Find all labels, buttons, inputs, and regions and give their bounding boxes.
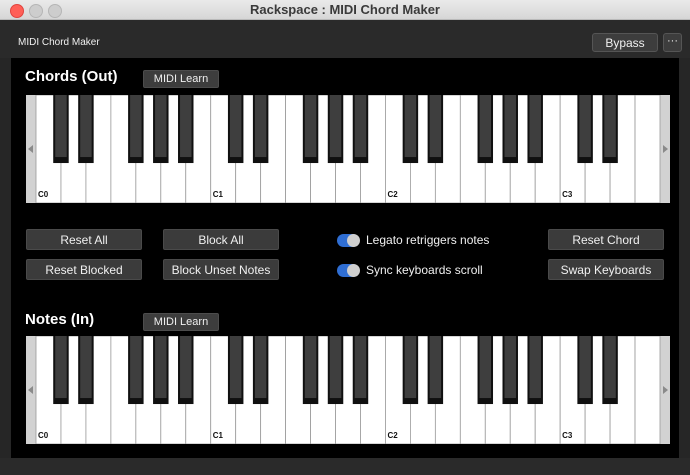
notes-black-key-highlight	[329, 336, 342, 399]
notes-black-key-highlight	[479, 336, 492, 399]
chords-keys[interactable]: C0 C1 C2 C3	[26, 95, 670, 203]
notes-black-key-highlight	[55, 336, 67, 399]
chords-black-key-highlight	[604, 95, 616, 158]
sync-scroll-toggle[interactable]	[337, 264, 360, 277]
notes-octave-label: C2	[387, 431, 398, 440]
chords-section-title: Chords (Out)	[25, 68, 118, 85]
chords-black-key-highlight	[229, 95, 242, 158]
bypass-button[interactable]: Bypass	[592, 33, 658, 52]
chords-white-key[interactable]	[634, 95, 661, 203]
sync-scroll-toggle-row[interactable]: Sync keyboards scroll	[337, 263, 537, 279]
title-bar: Rackspace : MIDI Chord Maker	[0, 0, 690, 20]
notes-octave-label: C3	[562, 431, 573, 440]
notes-black-key-highlight	[579, 336, 591, 399]
chords-black-key-highlight	[180, 95, 192, 158]
notes-octave-label: C1	[213, 431, 224, 440]
chords-black-key-highlight	[529, 95, 541, 158]
notes-keyboard[interactable]: C0 C1 C2 C3	[26, 336, 670, 444]
reset-blocked-button[interactable]: Reset Blocked	[26, 259, 142, 280]
plugin-content: Chords (Out) MIDI Learn C0 C1 C2 C3 Reset A…	[11, 58, 679, 458]
toggle-knob	[347, 264, 360, 277]
chords-octave-label: C1	[213, 190, 224, 199]
block-all-button[interactable]: Block All	[163, 229, 279, 250]
swap-keyboards-button[interactable]: Swap Keyboards	[548, 259, 664, 280]
chords-black-key-highlight	[155, 95, 167, 158]
chords-black-key-highlight	[504, 95, 516, 158]
chords-black-key-highlight	[130, 95, 142, 158]
sync-scroll-label: Sync keyboards scroll	[366, 263, 483, 277]
window-title: Rackspace : MIDI Chord Maker	[249, 2, 440, 17]
chords-octave-label: C3	[562, 190, 573, 199]
chords-octave-label: C2	[387, 190, 398, 199]
notes-black-key-highlight	[604, 336, 616, 399]
notes-black-key-highlight	[529, 336, 541, 399]
more-options-button[interactable]: ···	[663, 33, 682, 52]
chords-black-key-highlight	[55, 95, 67, 158]
notes-black-key-highlight	[130, 336, 142, 399]
notes-black-key-highlight	[354, 336, 367, 399]
notes-black-key-highlight	[155, 336, 167, 399]
toggle-knob	[347, 234, 360, 247]
reset-all-button[interactable]: Reset All	[26, 229, 142, 250]
chords-black-key-highlight	[354, 95, 367, 158]
legato-retrigger-toggle[interactable]	[337, 234, 360, 247]
chords-black-key-highlight	[304, 95, 317, 158]
legato-retrigger-toggle-row[interactable]: Legato retriggers notes	[337, 233, 537, 249]
notes-section-title: Notes (In)	[25, 311, 95, 328]
notes-octave-label: C0	[38, 431, 49, 440]
chords-black-key-highlight	[254, 95, 267, 158]
notes-black-key-highlight	[180, 336, 192, 399]
notes-black-key-highlight	[504, 336, 516, 399]
notes-black-key-highlight	[304, 336, 317, 399]
notes-black-key-highlight	[254, 336, 267, 399]
notes-midi-learn-button[interactable]: MIDI Learn	[143, 313, 219, 331]
chords-black-key-highlight	[579, 95, 591, 158]
chords-black-key-highlight	[479, 95, 492, 158]
chords-black-key-highlight	[429, 95, 442, 158]
chords-black-key-highlight	[404, 95, 417, 158]
block-unset-notes-button[interactable]: Block Unset Notes	[163, 259, 279, 280]
bottom-strip	[0, 458, 690, 475]
notes-keys[interactable]: C0 C1 C2 C3	[26, 336, 670, 444]
plugin-name: MIDI Chord Maker	[18, 37, 100, 48]
notes-white-key[interactable]	[634, 336, 661, 444]
legato-retrigger-label: Legato retriggers notes	[366, 233, 490, 247]
chords-black-key-highlight	[80, 95, 92, 158]
chords-keyboard[interactable]: C0 C1 C2 C3	[26, 95, 670, 203]
chords-octave-label: C0	[38, 190, 49, 199]
notes-black-key-highlight	[404, 336, 417, 399]
chords-black-key-highlight	[329, 95, 342, 158]
notes-black-key-highlight	[80, 336, 92, 399]
plugin-header: MIDI Chord Maker	[0, 20, 690, 58]
chords-midi-learn-button[interactable]: MIDI Learn	[143, 70, 219, 88]
plugin-window: Rackspace : MIDI Chord Maker MIDI Chord …	[0, 0, 690, 475]
notes-black-key-highlight	[429, 336, 442, 399]
reset-chord-button[interactable]: Reset Chord	[548, 229, 664, 250]
notes-black-key-highlight	[229, 336, 242, 399]
